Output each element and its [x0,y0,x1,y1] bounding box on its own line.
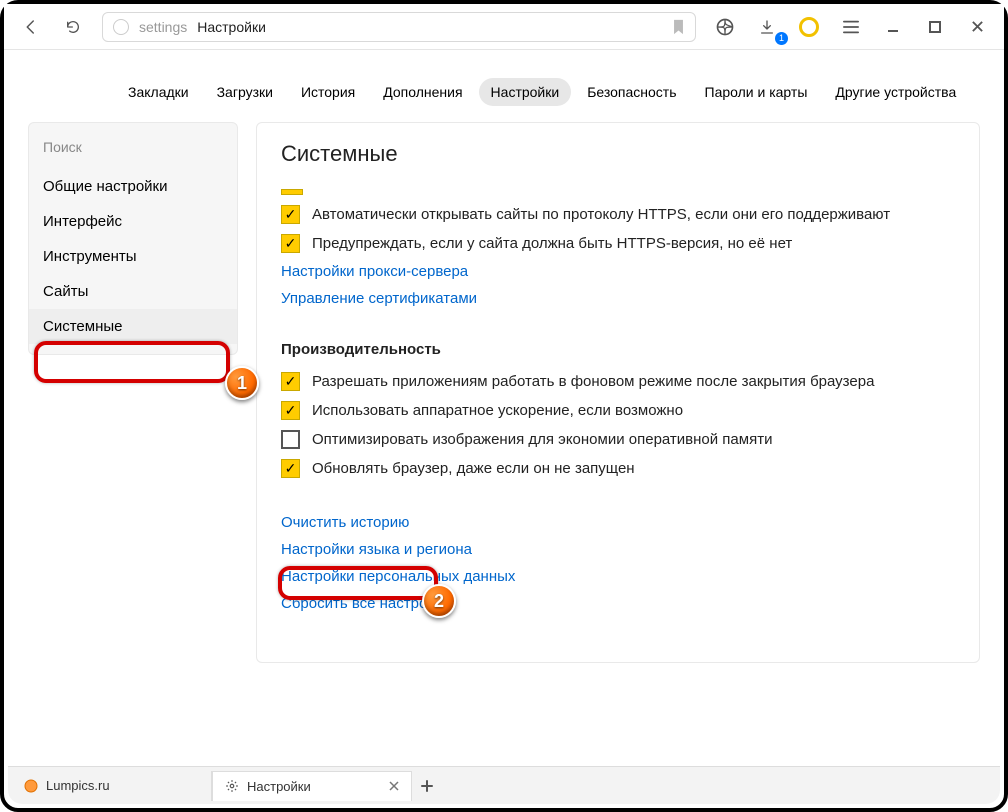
bottom-links: Очистить историю Настройки языка и регио… [281,514,955,612]
reload-icon [65,19,81,35]
address-bar[interactable]: settings Настройки [102,12,696,42]
bookmark-icon[interactable] [672,19,685,35]
zen-icon [715,17,735,37]
checkbox-icon: ✓ [281,459,300,478]
hamburger-icon [843,20,859,34]
checkbox-icon: ✓ [281,234,300,253]
reload-button[interactable] [54,11,92,43]
page-title: Системные [281,141,955,167]
link-personal-data[interactable]: Настройки персональных данных [281,568,955,585]
link-clear-history[interactable]: Очистить историю [281,514,955,531]
browser-tabstrip: Lumpics.ru Настройки [8,766,1000,804]
tab-title: Lumpics.ru [46,778,110,793]
link-language-region[interactable]: Настройки языка и региона [281,541,955,558]
nav-tab-devices[interactable]: Другие устройства [823,78,968,106]
browser-tab-lumpics[interactable]: Lumpics.ru [12,771,212,801]
nav-tab-passwords[interactable]: Пароли и карты [693,78,820,106]
nav-tab-security[interactable]: Безопасность [575,78,688,106]
window-close-button[interactable] [958,11,996,43]
checkbox-icon: ✓ [281,205,300,224]
sidebar-item-system[interactable]: Системные [29,309,237,344]
nav-tab-bookmarks[interactable]: Закладки [116,78,201,106]
window-minimize-button[interactable] [874,11,912,43]
arrow-left-icon [22,18,40,36]
section-divider [281,189,303,195]
nav-tab-downloads[interactable]: Загрузки [205,78,285,106]
url-prefix: settings [139,19,187,35]
checkbox-icon: ✓ [281,401,300,420]
new-tab-button[interactable] [412,779,442,793]
browser-toolbar: settings Настройки 1 [4,4,1004,50]
download-icon [759,19,775,35]
back-button[interactable] [12,11,50,43]
main-split: Поиск Общие настройки Интерфейс Инструме… [4,122,1004,663]
settings-nav: Закладки Загрузки История Дополнения Нас… [4,50,1004,122]
checkbox-label: Разрешать приложениям работать в фоновом… [312,373,874,390]
link-proxy-settings[interactable]: Настройки прокси-сервера [281,263,955,280]
menu-button[interactable] [832,11,870,43]
checkbox-label: Предупреждать, если у сайта должна быть … [312,235,792,252]
sidebar-item-interface[interactable]: Интерфейс [29,204,237,239]
sidebar-item-tools[interactable]: Инструменты [29,239,237,274]
tab-close-button[interactable] [389,781,399,791]
plus-icon [420,779,434,793]
favicon-icon [24,779,38,793]
checkbox-optimize-images[interactable]: Оптимизировать изображения для экономии … [281,430,955,449]
close-icon [389,781,399,791]
zen-button[interactable] [706,11,744,43]
minimize-icon [886,20,900,34]
checkbox-label: Использовать аппаратное ускорение, если … [312,402,683,419]
tab-title: Настройки [247,779,311,794]
nav-tab-history[interactable]: История [289,78,367,106]
checkbox-background-apps[interactable]: ✓ Разрешать приложениям работать в фонов… [281,372,955,391]
settings-sidebar: Поиск Общие настройки Интерфейс Инструме… [28,122,238,355]
sidebar-search-input[interactable]: Поиск [29,123,237,169]
checkbox-hw-accel[interactable]: ✓ Использовать аппаратное ускорение, есл… [281,401,955,420]
browser-tab-settings[interactable]: Настройки [212,771,412,801]
checkbox-auto-update[interactable]: ✓ Обновлять браузер, даже если он не зап… [281,459,955,478]
checkbox-label: Оптимизировать изображения для экономии … [312,431,772,448]
nav-tab-addons[interactable]: Дополнения [371,78,474,106]
checkbox-label: Обновлять браузер, даже если он не запущ… [312,460,635,477]
downloads-button[interactable]: 1 [748,11,786,43]
maximize-icon [929,21,941,33]
subheading-performance: Производительность [281,341,955,358]
nav-tab-settings[interactable]: Настройки [479,78,572,106]
checkbox-label: Автоматически открывать сайты по протоко… [312,206,890,223]
window-maximize-button[interactable] [916,11,954,43]
settings-content: Системные ✓ Автоматически открывать сайт… [256,122,980,663]
checkbox-icon [281,430,300,449]
url-title: Настройки [197,19,266,35]
close-icon [971,20,984,33]
sidebar-item-sites[interactable]: Сайты [29,274,237,309]
sidebar-item-general[interactable]: Общие настройки [29,169,237,204]
link-certificates[interactable]: Управление сертификатами [281,290,955,307]
checkbox-icon: ✓ [281,372,300,391]
extension-ring-icon [799,17,819,37]
checkbox-https-warn[interactable]: ✓ Предупреждать, если у сайта должна быт… [281,234,955,253]
site-identity-icon [113,19,129,35]
extensions-button[interactable] [790,11,828,43]
gear-icon [225,779,239,793]
checkbox-https-auto[interactable]: ✓ Автоматически открывать сайты по прото… [281,205,955,224]
download-badge: 1 [775,32,788,45]
link-reset-settings[interactable]: Сбросить все настройки [281,595,955,612]
